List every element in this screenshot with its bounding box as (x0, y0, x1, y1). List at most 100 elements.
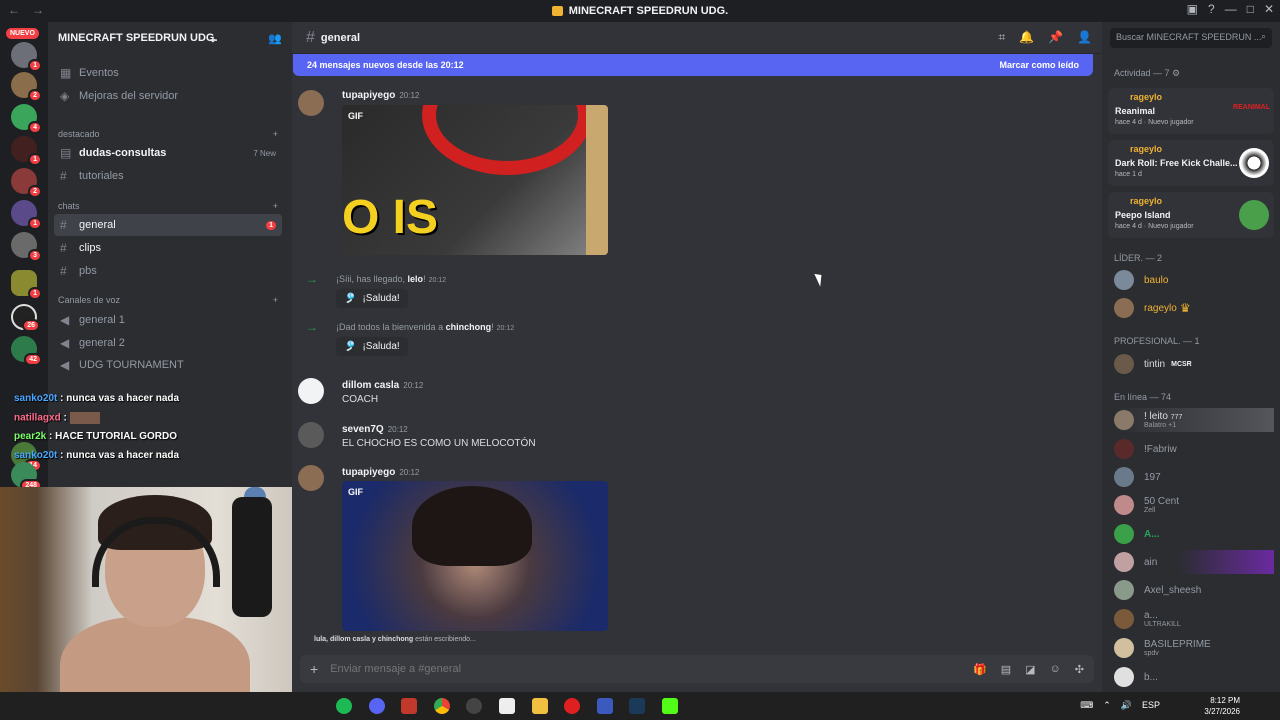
server-icon-1[interactable]: 1 (11, 42, 42, 72)
server-icon-5[interactable]: 2 (11, 168, 42, 198)
server-icon-3[interactable]: 4 (11, 104, 42, 134)
gif-icon[interactable]: ▤ (1001, 663, 1011, 676)
gif-embed[interactable]: GIF (342, 481, 608, 631)
message: tupapiyego 20:12 O IS GIF (298, 88, 618, 258)
obs-icon[interactable] (466, 698, 482, 714)
activity-header[interactable]: Actividad — 7 ⚙ (1114, 68, 1180, 79)
sticker-icon[interactable]: ◪ (1025, 663, 1035, 676)
category-voz[interactable]: Canales de voz + (58, 295, 278, 305)
member-item[interactable]: a... ULTRAKILL (1114, 607, 1274, 631)
app-icon[interactable] (401, 698, 417, 714)
activity-card[interactable]: rageylo Reanimal hace 4 d · Nuevo jugador R… (1108, 88, 1274, 134)
folder-icon[interactable] (532, 698, 548, 714)
message-input[interactable] (330, 663, 831, 675)
channel-general[interactable]: # general 1 (54, 214, 282, 236)
member-item[interactable]: ain (1114, 550, 1274, 574)
channel-pbs[interactable]: # pbs (54, 260, 282, 282)
server-icon-6[interactable]: 1 (11, 200, 42, 230)
sidebar-item-mejoras[interactable]: ◈ Mejoras del servidor (54, 85, 282, 107)
clock[interactable]: 8:12 PM 3/27/2026 (1204, 695, 1240, 717)
threads-icon[interactable]: ⌗ (998, 30, 1005, 45)
member-item[interactable]: baulo (1114, 268, 1274, 292)
member-item[interactable]: 50 Cent Zell (1114, 493, 1274, 517)
gear-icon: ⚙ (1172, 68, 1181, 78)
chevron-down-icon[interactable]: ⌄ (208, 32, 217, 45)
inbox-icon[interactable]: ▣ (1187, 2, 1198, 16)
avatar[interactable] (298, 465, 324, 491)
member-item[interactable]: !Fabriw (1114, 437, 1274, 461)
category-destacado[interactable]: destacado + (58, 129, 278, 139)
new-messages-banner[interactable]: 24 mensajes nuevos desde las 20:12 Marcar… (293, 54, 1093, 76)
kick-icon[interactable] (662, 698, 678, 714)
activity-card[interactable]: rageylo Dark Roll: Free Kick Challe... hac… (1108, 140, 1274, 186)
spotify-icon[interactable] (336, 698, 352, 714)
mark-read-button[interactable]: Marcar como leído (999, 60, 1079, 70)
members-icon[interactable]: 👤 (1077, 30, 1092, 45)
add-attachment-icon[interactable]: + (310, 661, 318, 677)
speaker-icon: ◀ (60, 358, 70, 372)
title-bar: ← → MINECRAFT SPEEDRUN UDG. ▣? — □ ✕ (0, 0, 1280, 22)
server-name[interactable]: MINECRAFT SPEEDRUN UDG. (58, 32, 218, 44)
app-icon[interactable] (597, 698, 613, 714)
back-icon[interactable]: ← (8, 3, 20, 17)
channel-title: general (320, 31, 361, 44)
server-icon-2[interactable]: 2 (11, 72, 42, 102)
app-icon[interactable] (499, 698, 515, 714)
channel-dudas-consultas[interactable]: ▤ dudas-consultas 7 New (54, 142, 282, 164)
wave-button[interactable]: 🎐 ¡Saluda! (336, 289, 408, 308)
forward-icon[interactable]: → (32, 3, 44, 17)
member-item[interactable]: 197 (1114, 465, 1274, 489)
member-item[interactable]: rageylo ♛ (1114, 296, 1274, 320)
bell-icon[interactable]: 🔔 (1019, 30, 1034, 45)
minimize-button[interactable]: — (1225, 2, 1237, 16)
member-item[interactable]: A... (1114, 522, 1274, 546)
server-icon-10[interactable]: 42 (11, 336, 42, 366)
server-icon-7[interactable]: 3 (11, 232, 42, 262)
hash-icon: # (60, 169, 67, 183)
channel-tutoriales[interactable]: # tutoriales (54, 165, 282, 187)
voice-general-1[interactable]: ◀ general 1 (54, 309, 282, 331)
invite-icon[interactable]: 👥 (268, 32, 282, 45)
discord-icon[interactable] (369, 698, 385, 714)
avatar[interactable] (298, 422, 324, 448)
member-item[interactable]: BASILEPRIME spdv (1114, 636, 1274, 660)
server-icon-9[interactable]: 26 (11, 304, 40, 332)
avatar[interactable] (298, 90, 324, 116)
member-item[interactable]: b... (1114, 665, 1274, 689)
maximize-button[interactable]: □ (1247, 2, 1254, 16)
hash-icon: # (60, 264, 67, 278)
gift-icon[interactable]: 🎁 (973, 663, 987, 676)
steam-icon[interactable] (629, 698, 645, 714)
help-icon[interactable]: ? (1208, 2, 1215, 16)
system-tray[interactable]: ⌨ ⌃ 🔊 ESP (1080, 700, 1160, 711)
voice-udg-tournament[interactable]: ◀ UDG TOURNAMENT (54, 354, 282, 376)
add-channel-icon[interactable]: + (273, 201, 278, 211)
speaker-icon: ◀ (60, 313, 70, 327)
member-item[interactable]: tintin MCSR (1114, 352, 1274, 376)
emoji-icon[interactable]: ☺ (1050, 663, 1061, 676)
member-item[interactable]: ! leito 777 Balatro +1 (1114, 408, 1274, 432)
activity-card[interactable]: rageylo Peepo Island hace 4 d · Nuevo juga… (1108, 192, 1274, 238)
channel-clips[interactable]: # clips (54, 237, 282, 259)
join-arrow-icon: → (306, 272, 318, 286)
role-header: LÍDER. — 2 (1114, 253, 1163, 263)
search-input[interactable]: Buscar MINECRAFT SPEEDRUN ... ⌕ (1110, 28, 1272, 48)
server-icon-8[interactable]: 1 (11, 270, 42, 300)
chrome-icon[interactable] (434, 698, 450, 714)
add-channel-icon[interactable]: + (273, 129, 278, 139)
message-author: tupapiyego 20:12 (342, 90, 420, 101)
close-button[interactable]: ✕ (1264, 2, 1274, 16)
apps-icon[interactable]: ✣ (1075, 663, 1084, 676)
sidebar-item-eventos[interactable]: ▦ Eventos (54, 62, 282, 84)
wave-button[interactable]: 🎐 ¡Saluda! (336, 337, 408, 356)
add-channel-icon[interactable]: + (273, 295, 278, 305)
voice-general-2[interactable]: ◀ general 2 (54, 332, 282, 354)
gif-embed[interactable]: O IS GIF (342, 105, 608, 255)
member-item[interactable]: Axel_sheesh (1114, 578, 1274, 602)
server-icon-4[interactable]: 1 (11, 136, 42, 166)
pin-icon[interactable]: 📌 (1048, 30, 1063, 45)
category-chats[interactable]: chats + (58, 201, 278, 211)
avatar[interactable] (298, 378, 324, 404)
wave-sticker-icon: 🎐 (344, 293, 357, 304)
opera-icon[interactable] (564, 698, 580, 714)
